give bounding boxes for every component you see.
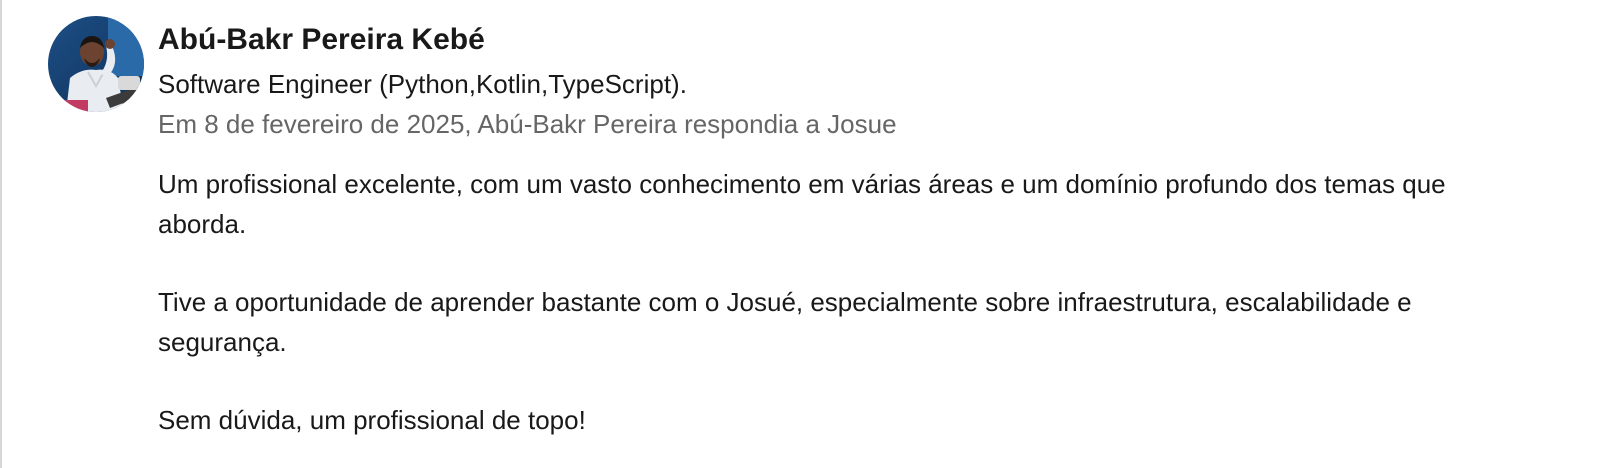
recommendation-card: Abú-Bakr Pereira Kebé Software Engineer … [48, 16, 1588, 456]
recommendation-paragraph: Um profissional excelente, com um vasto … [158, 169, 1446, 239]
recommendation-text: Um profissional excelente, com um vasto … [158, 164, 1538, 440]
author-headline: Software Engineer (Python,Kotlin,TypeScr… [158, 69, 687, 99]
author-avatar[interactable] [48, 16, 144, 112]
recommendation-paragraph: Sem dúvida, um profissional de topo! [158, 405, 586, 435]
left-divider [0, 0, 2, 468]
recommendation-meta: Em 8 de fevereiro de 2025, Abú-Bakr Pere… [158, 109, 897, 139]
recommendation-header: Abú-Bakr Pereira Kebé Software Engineer … [158, 16, 1578, 144]
profile-photo-icon [48, 16, 144, 112]
recommendation-paragraph: Tive a oportunidade de aprender bastante… [158, 287, 1412, 357]
author-name[interactable]: Abú-Bakr Pereira Kebé [158, 16, 1578, 64]
